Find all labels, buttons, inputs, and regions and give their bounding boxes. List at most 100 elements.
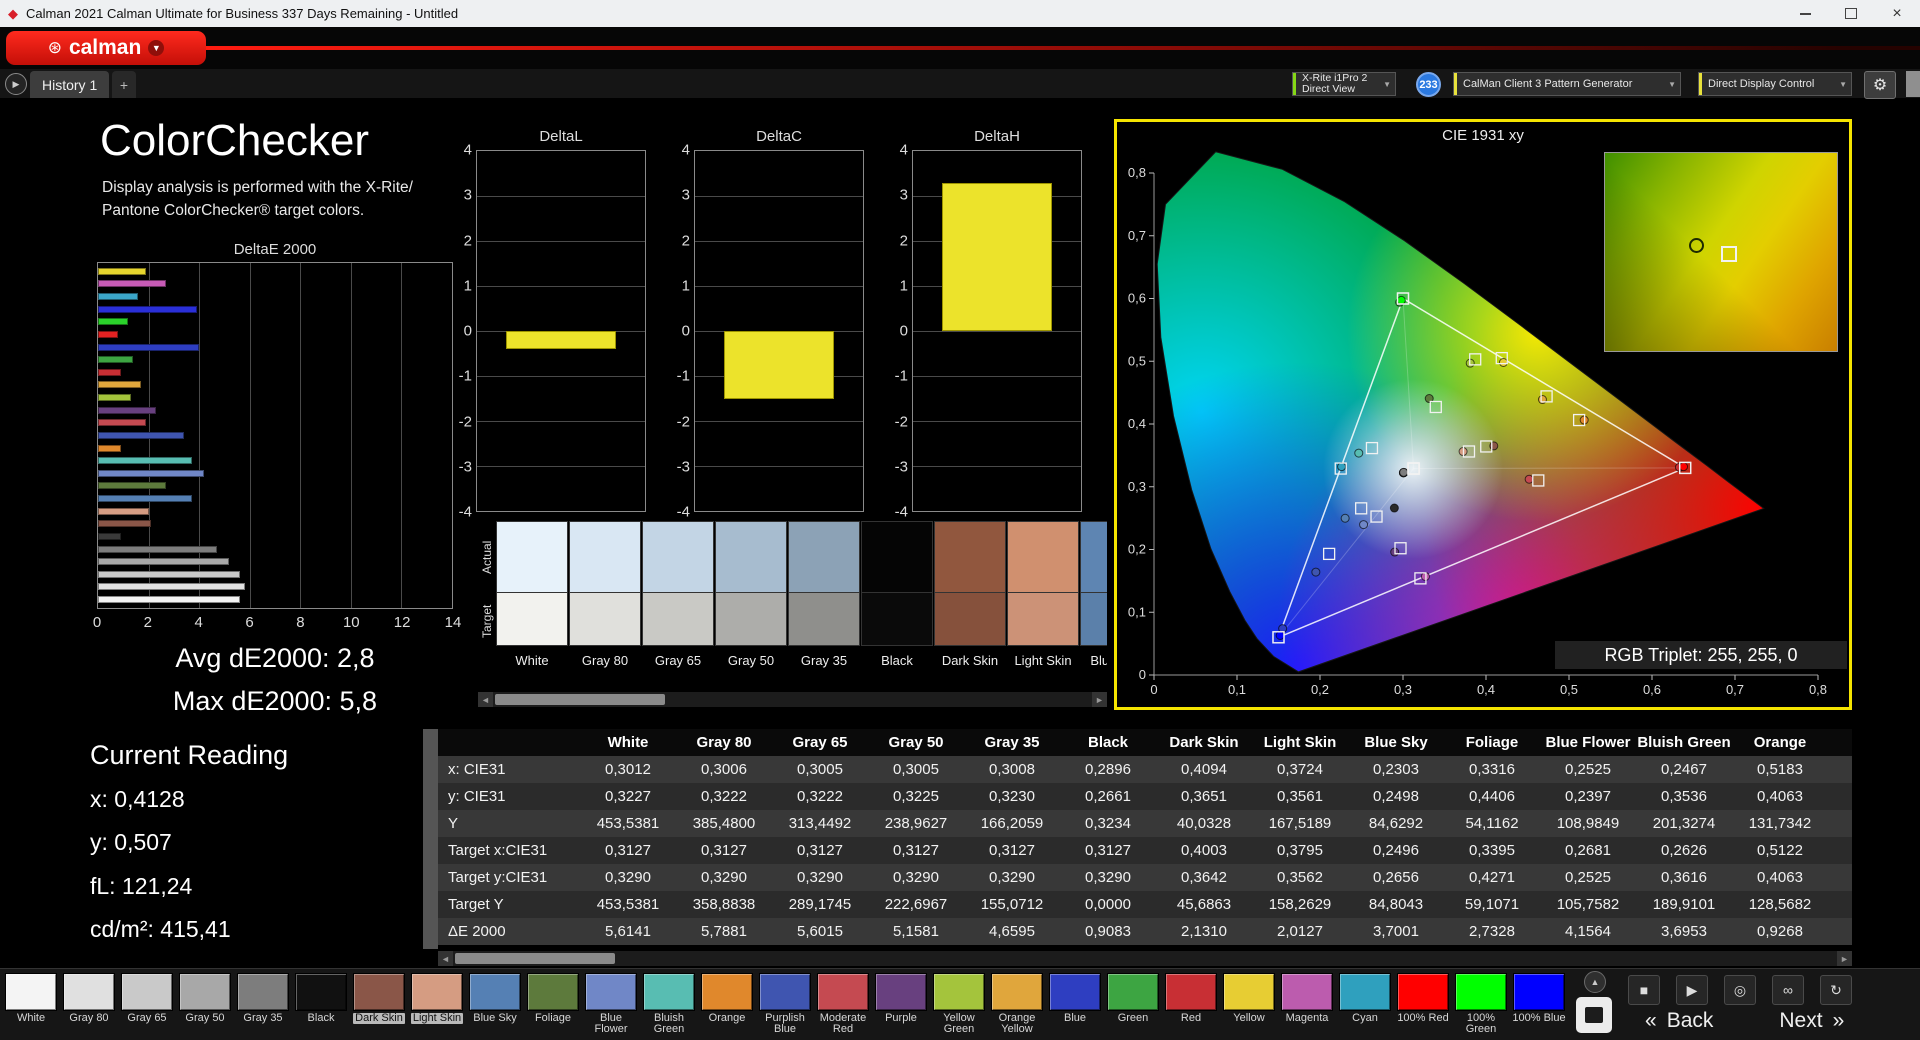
- patch-orange[interactable]: Orange: [698, 973, 756, 1035]
- swatch-strip-scrollbar[interactable]: ◄ ►: [478, 692, 1107, 707]
- patch-blue-flower[interactable]: Blue Flower: [582, 973, 640, 1035]
- patch-swatch[interactable]: [643, 973, 695, 1011]
- patch-white[interactable]: White: [2, 973, 60, 1035]
- add-tab-button[interactable]: +: [112, 71, 136, 98]
- scroll-right-icon[interactable]: ►: [1837, 951, 1852, 966]
- next-button[interactable]: Next: [1779, 1009, 1822, 1033]
- patch-black[interactable]: Black: [292, 973, 350, 1035]
- measured-point-100-blue: [1276, 631, 1284, 639]
- y-tick: -4: [895, 504, 908, 521]
- cie-1931-panel[interactable]: 00,10,20,30,40,50,60,70,800,10,20,30,40,…: [1114, 119, 1852, 710]
- patch-cyan[interactable]: Cyan: [1336, 973, 1394, 1035]
- patch-dark-skin[interactable]: Dark Skin: [350, 973, 408, 1035]
- patch-swatch[interactable]: [1281, 973, 1333, 1011]
- patch-label: Red: [1181, 1013, 1201, 1024]
- minimize-button[interactable]: [1782, 0, 1828, 27]
- patch-light-skin[interactable]: Light Skin: [408, 973, 466, 1035]
- toolbar-edge-panel[interactable]: [1906, 71, 1920, 97]
- patch-yellow[interactable]: Yellow: [1220, 973, 1278, 1035]
- gridline: [250, 263, 251, 608]
- patch-swatch[interactable]: [1223, 973, 1275, 1011]
- scroll-left-icon[interactable]: ◄: [478, 692, 493, 707]
- table-col-bluish-green: Bluish Green: [1636, 729, 1732, 756]
- table-cell: 0,4094: [1156, 756, 1252, 783]
- calman-logo-menu[interactable]: ⊛ calman ▼: [6, 31, 206, 65]
- reading-cd: cd/m²: 415,41: [90, 916, 231, 943]
- patch-blue-sky[interactable]: Blue Sky: [466, 973, 524, 1035]
- patch-gray-50[interactable]: Gray 50: [176, 973, 234, 1035]
- settings-button[interactable]: ⚙: [1864, 71, 1896, 99]
- table-cell: 0,3290: [1060, 864, 1156, 891]
- patch-blue[interactable]: Blue: [1046, 973, 1104, 1035]
- patch-bluish-green[interactable]: Bluish Green: [640, 973, 698, 1035]
- patch-moderate-red[interactable]: Moderate Red: [814, 973, 872, 1035]
- close-button[interactable]: ×: [1874, 0, 1920, 27]
- patch-purple[interactable]: Purple: [872, 973, 930, 1035]
- patch-gray-65[interactable]: Gray 65: [118, 973, 176, 1035]
- delta-bar: [506, 331, 617, 349]
- patch-swatch[interactable]: [701, 973, 753, 1011]
- back-button[interactable]: Back: [1667, 1009, 1714, 1033]
- patch-swatch[interactable]: [1339, 973, 1391, 1011]
- meter-count-badge[interactable]: 233: [1416, 72, 1441, 97]
- stop-icon[interactable]: ■: [1628, 975, 1660, 1005]
- scroll-track[interactable]: [453, 951, 1837, 966]
- patch-swatch[interactable]: [1049, 973, 1101, 1011]
- display-control-dropdown[interactable]: Direct Display Control ▼: [1698, 72, 1852, 96]
- scroll-thumb[interactable]: [455, 953, 615, 964]
- patch-swatch[interactable]: [1513, 973, 1565, 1011]
- patch-gray-35[interactable]: Gray 35: [234, 973, 292, 1035]
- capture-icon[interactable]: ◎: [1724, 975, 1756, 1005]
- logo-dropdown-icon[interactable]: ▼: [148, 40, 164, 56]
- patch-swatch[interactable]: [1165, 973, 1217, 1011]
- display-window-button[interactable]: [1576, 997, 1612, 1033]
- tab-history-1[interactable]: History 1: [30, 71, 109, 98]
- next-chevron-icon[interactable]: »: [1833, 1009, 1845, 1033]
- patch-swatch[interactable]: [295, 973, 347, 1011]
- patch-swatch[interactable]: [179, 973, 231, 1011]
- patch-gray-80[interactable]: Gray 80: [60, 973, 118, 1035]
- tab-scroll-button[interactable]: ▶: [5, 73, 27, 95]
- patch-swatch[interactable]: [237, 973, 289, 1011]
- meter-dropdown[interactable]: X-Rite i1Pro 2 Direct View ▼: [1292, 72, 1396, 96]
- scroll-track[interactable]: [493, 692, 1092, 707]
- scroll-thumb[interactable]: [495, 694, 665, 705]
- patch-100-green[interactable]: 100% Green: [1452, 973, 1510, 1035]
- patch-purplish-blue[interactable]: Purplish Blue: [756, 973, 814, 1035]
- patch-swatch[interactable]: [933, 973, 985, 1011]
- patch-yellow-green[interactable]: Yellow Green: [930, 973, 988, 1035]
- patch-swatch[interactable]: [63, 973, 115, 1011]
- refresh-icon[interactable]: ↻: [1820, 975, 1852, 1005]
- patch-swatch[interactable]: [411, 973, 463, 1011]
- scroll-right-icon[interactable]: ►: [1092, 692, 1107, 707]
- patch-swatch[interactable]: [585, 973, 637, 1011]
- patch-orange-yellow[interactable]: Orange Yellow: [988, 973, 1046, 1035]
- patch-swatch[interactable]: [817, 973, 869, 1011]
- patch-green[interactable]: Green: [1104, 973, 1162, 1035]
- scroll-left-icon[interactable]: ◄: [438, 951, 453, 966]
- patch-swatch[interactable]: [1107, 973, 1159, 1011]
- patch-swatch[interactable]: [469, 973, 521, 1011]
- link-icon[interactable]: ∞: [1772, 975, 1804, 1005]
- pattern-generator-dropdown[interactable]: CalMan Client 3 Pattern Generator ▼: [1453, 72, 1681, 96]
- patch-foliage[interactable]: Foliage: [524, 973, 582, 1035]
- patch-swatch[interactable]: [527, 973, 579, 1011]
- table-scrollbar[interactable]: ◄ ►: [438, 951, 1852, 966]
- restore-button[interactable]: [1828, 0, 1874, 27]
- patch-swatch[interactable]: [759, 973, 811, 1011]
- patch-100-blue[interactable]: 100% Blue: [1510, 973, 1568, 1035]
- patch-swatch[interactable]: [875, 973, 927, 1011]
- table-col-blue-flower: Blue Flower: [1540, 729, 1636, 756]
- patch-magenta[interactable]: Magenta: [1278, 973, 1336, 1035]
- patch-red[interactable]: Red: [1162, 973, 1220, 1035]
- patch-swatch[interactable]: [991, 973, 1043, 1011]
- collapse-up-button[interactable]: ▲: [1584, 971, 1606, 993]
- patch-100-red[interactable]: 100% Red: [1394, 973, 1452, 1035]
- patch-swatch[interactable]: [121, 973, 173, 1011]
- patch-swatch[interactable]: [1455, 973, 1507, 1011]
- patch-swatch[interactable]: [1397, 973, 1449, 1011]
- back-chevron-icon[interactable]: «: [1645, 1009, 1657, 1033]
- patch-swatch[interactable]: [5, 973, 57, 1011]
- play-icon[interactable]: ▶: [1676, 975, 1708, 1005]
- patch-swatch[interactable]: [353, 973, 405, 1011]
